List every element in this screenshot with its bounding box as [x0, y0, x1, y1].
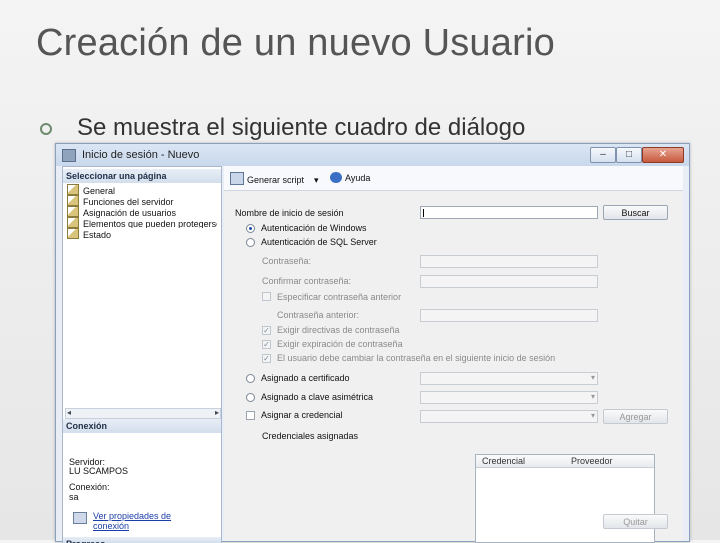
horizontal-scrollbar[interactable]: ◂ ▸	[65, 408, 221, 419]
text-caret	[423, 209, 424, 217]
chevron-down-icon: ▾	[590, 373, 595, 382]
minimize-button[interactable]: –	[590, 147, 616, 163]
asymmetric-key-label: Asignado a clave asimétrica	[261, 392, 374, 402]
confirm-password-label: Confirmar contraseña:	[262, 276, 352, 286]
page-icon	[67, 184, 79, 195]
page-icon	[67, 206, 79, 217]
scroll-left-icon[interactable]: ◂	[67, 408, 71, 417]
must-change-label: El usuario debe cambiar la contraseña en…	[277, 353, 556, 363]
mapped-credentials-label: Credenciales asignadas	[262, 431, 359, 441]
slide-title: Creación de un nuevo Usuario	[36, 22, 555, 64]
credential-select[interactable]: ▾	[420, 410, 598, 423]
enforce-expiration-label: Exigir expiración de contraseña	[277, 339, 403, 349]
password-label: Contraseña:	[262, 256, 312, 266]
confirm-password-input[interactable]	[420, 275, 598, 288]
window-title: Inicio de sesión - Nuevo	[82, 149, 200, 161]
sql-auth-label: Autenticación de SQL Server	[261, 237, 377, 247]
must-change-checkbox[interactable]: ✓	[262, 354, 271, 363]
page-item-label: Elementos que pueden protegerse	[83, 219, 217, 228]
asymmetric-key-radio[interactable]	[246, 393, 255, 402]
enforce-policy-checkbox[interactable]: ✓	[262, 326, 271, 335]
help-label: Ayuda	[345, 173, 371, 183]
map-credential-checkbox[interactable]	[246, 411, 255, 420]
connection-label: Conexión:	[69, 482, 110, 492]
login-name-input[interactable]	[420, 206, 598, 219]
link-line-1: Ver propiedades de	[93, 511, 172, 521]
scroll-right-icon[interactable]: ▸	[215, 408, 219, 417]
specify-old-password-label: Especificar contraseña anterior	[277, 292, 402, 302]
asymmetric-key-select[interactable]: ▾	[420, 391, 598, 404]
certificate-label: Asignado a certificado	[261, 373, 350, 383]
password-input[interactable]	[420, 255, 598, 268]
toolbar: Generar script ▾ Ayuda	[224, 166, 683, 191]
page-item-label: Estado	[83, 230, 112, 240]
page-icon	[67, 228, 79, 239]
connection-header: Conexión	[63, 419, 221, 433]
windows-auth-radio[interactable]	[246, 224, 255, 233]
grid-header: Credencial Proveedor	[476, 455, 654, 468]
help-icon	[330, 172, 342, 183]
certificate-select[interactable]: ▾	[420, 372, 598, 385]
old-password-input[interactable]	[420, 309, 598, 322]
progress-header: Progreso	[63, 537, 221, 543]
enforce-policy-label: Exigir directivas de contraseña	[277, 325, 400, 335]
login-new-dialog: Inicio de sesión - Nuevo – □ ✕ Seleccion…	[55, 143, 690, 543]
close-button[interactable]: ✕	[642, 147, 684, 163]
chevron-down-icon: ▾	[590, 392, 595, 401]
search-button[interactable]: Buscar	[603, 205, 668, 220]
bullet-icon	[40, 123, 52, 135]
right-pane: Generar script ▾ Ayuda Nombre de inicio d…	[224, 166, 683, 543]
page-item-status[interactable]: Estado	[67, 228, 112, 240]
certificate-radio[interactable]	[246, 374, 255, 383]
server-value: LU SCAMPOS	[69, 466, 129, 476]
sql-auth-radio[interactable]	[246, 238, 255, 247]
script-icon	[230, 172, 244, 185]
page-item-general[interactable]: General	[67, 184, 115, 196]
column-provider[interactable]: Proveedor	[571, 456, 613, 466]
remove-credential-button[interactable]: Quitar	[603, 514, 668, 529]
generate-script-label: Generar script	[247, 175, 305, 185]
page-item-securables[interactable]: Elementos que pueden protegerse	[67, 217, 217, 228]
mapped-credentials-grid[interactable]: Credencial Proveedor	[475, 454, 655, 543]
page-icon	[67, 195, 79, 206]
page-icon	[67, 217, 79, 228]
select-page-header: Seleccionar una página	[63, 169, 221, 183]
left-pane: Seleccionar una página General Funciones…	[62, 166, 222, 543]
dropdown-arrow-icon[interactable]: ▾	[314, 175, 319, 185]
link-line-2: conexión	[93, 521, 130, 531]
add-credential-button[interactable]: Agregar	[603, 409, 668, 424]
maximize-button[interactable]: □	[616, 147, 642, 163]
enforce-expiration-checkbox[interactable]: ✓	[262, 340, 271, 349]
connection-value: sa	[69, 492, 79, 502]
windows-auth-label: Autenticación de Windows	[261, 223, 367, 233]
specify-old-password-checkbox[interactable]	[262, 292, 271, 301]
app-icon	[62, 149, 76, 162]
column-credential[interactable]: Credencial	[482, 456, 525, 466]
help-button[interactable]: Ayuda	[330, 172, 370, 183]
generate-script-button[interactable]: Generar script ▾	[230, 172, 319, 186]
old-password-label: Contraseña anterior:	[277, 310, 360, 320]
connection-properties-icon	[73, 512, 87, 524]
login-name-label: Nombre de inicio de sesión	[235, 208, 344, 218]
page-item-user-mapping[interactable]: Asignación de usuarios	[67, 206, 176, 218]
map-credential-label: Asignar a credencial	[261, 410, 343, 420]
bullet-text: Se muestra el siguiente cuadro de diálog…	[77, 114, 526, 141]
chevron-down-icon: ▾	[590, 411, 595, 420]
view-connection-properties-link[interactable]: Ver propiedades de conexión	[93, 511, 171, 531]
window-titlebar[interactable]: Inicio de sesión - Nuevo – □ ✕	[56, 144, 689, 166]
page-item-server-roles[interactable]: Funciones del servidor	[67, 195, 174, 207]
